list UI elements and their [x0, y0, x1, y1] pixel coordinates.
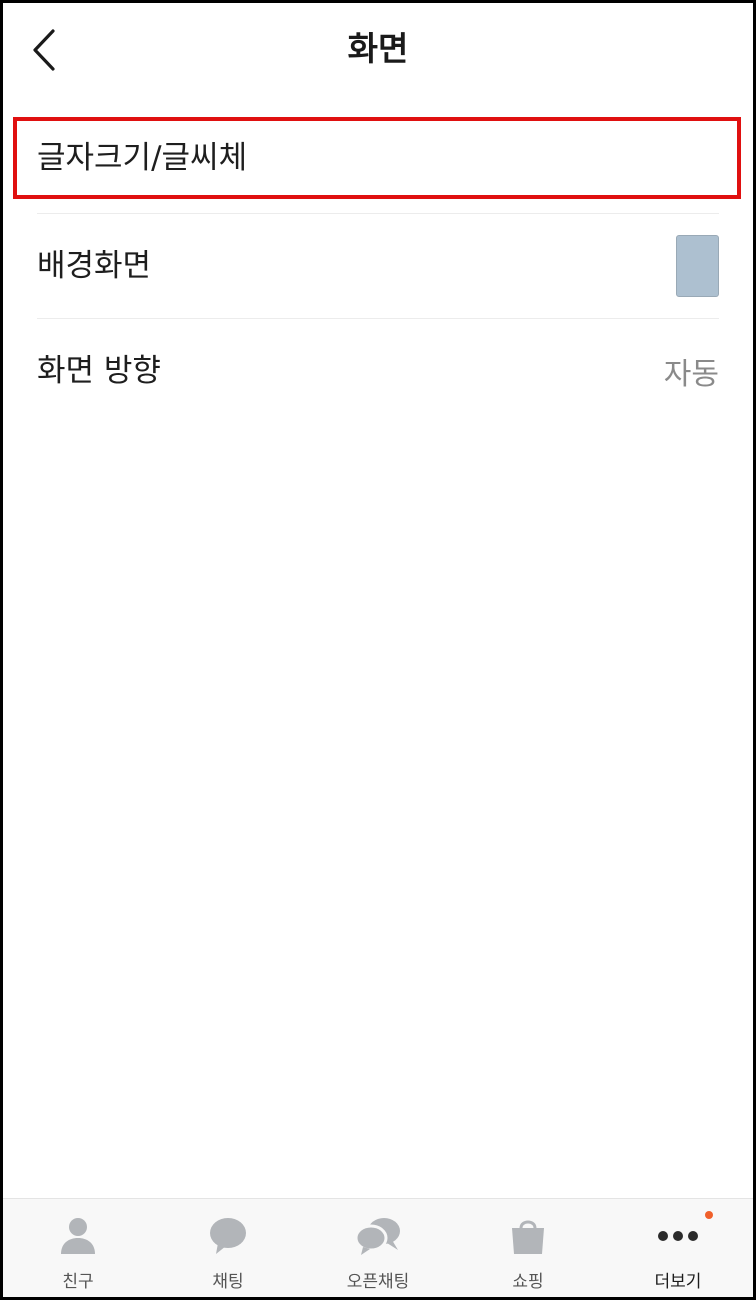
more-dots-icon [658, 1231, 698, 1241]
settings-item-font[interactable]: 글자크기/글씨체 [13, 115, 741, 213]
nav-label: 친구 [62, 1272, 94, 1292]
page-title: 화면 [347, 29, 409, 68]
chat-bubble-icon [210, 1218, 246, 1254]
nav-item-more[interactable]: 더보기 [603, 1199, 753, 1297]
nav-item-friends[interactable]: 친구 [3, 1199, 153, 1297]
orientation-value: 자동 [663, 357, 719, 392]
settings-list: 글자크기/글씨체 배경화면 화면 방향 자동 [3, 115, 753, 423]
settings-item-label: 화면 방향 [37, 353, 161, 389]
header-bar: 화면 [3, 3, 753, 97]
nav-label: 쇼핑 [512, 1272, 544, 1292]
nav-item-shopping[interactable]: 쇼핑 [453, 1199, 603, 1297]
bottom-nav: 친구 채팅 오픈채팅 쇼핑 더보기 [3, 1198, 753, 1297]
settings-item-wallpaper[interactable]: 배경화면 [37, 213, 719, 318]
nav-label: 채팅 [212, 1272, 244, 1292]
notification-badge-dot [705, 1211, 713, 1219]
open-chat-icon [354, 1218, 400, 1255]
shopping-bag-icon [512, 1220, 544, 1254]
nav-item-chats[interactable]: 채팅 [153, 1199, 303, 1297]
settings-item-orientation[interactable]: 화면 방향 자동 [37, 318, 719, 423]
settings-item-label: 글자크기/글씨체 [37, 140, 248, 176]
settings-item-label: 배경화면 [37, 248, 152, 284]
screen-frame: 화면 글자크기/글씨체 배경화면 화면 방향 자동 친구 채팅 오픈채팅 쇼핑 … [0, 0, 756, 1300]
person-icon [61, 1218, 95, 1254]
nav-label: 오픈채팅 [346, 1272, 410, 1292]
nav-item-open-chat[interactable]: 오픈채팅 [303, 1199, 453, 1297]
nav-label: 더보기 [654, 1272, 702, 1292]
wallpaper-preview-swatch [676, 235, 719, 297]
